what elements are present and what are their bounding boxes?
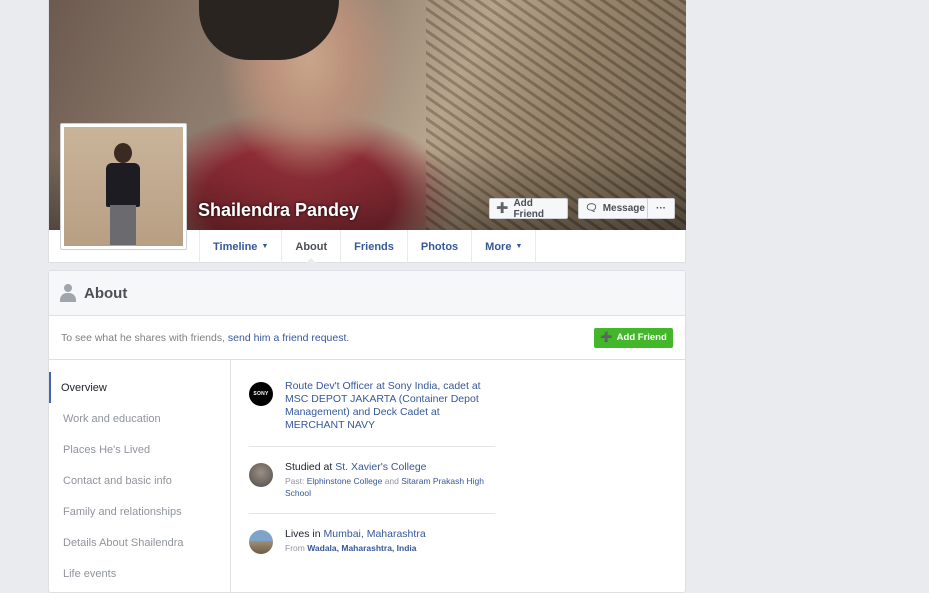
messenger-icon: 🗨 (585, 203, 598, 214)
profile-name[interactable]: Shailendra Pandey (198, 200, 359, 221)
current-city-link[interactable]: Mumbai, Maharashtra (324, 528, 426, 540)
hometown-link[interactable]: Wadala, Maharashtra, India (307, 543, 416, 553)
overview-content: SONY Route Dev't Officer at Sony India, … (231, 360, 685, 592)
about-card: About To see what he shares with friends… (48, 270, 686, 593)
message-label: Message (602, 203, 645, 214)
school-link[interactable]: St. Xavier's College (335, 461, 426, 473)
add-friend-green-button[interactable]: ➕ Add Friend (594, 327, 673, 348)
caret-down-icon: ▼ (515, 243, 523, 250)
past-school-link-1[interactable]: Elphinstone College (307, 476, 383, 486)
sidebar-item-life-events[interactable]: Life events (49, 558, 230, 589)
about-title[interactable]: About (84, 285, 127, 302)
sidebar-item-overview[interactable]: Overview (49, 372, 230, 403)
sony-logo-icon[interactable]: SONY (249, 382, 273, 406)
sidebar-item-family[interactable]: Family and relationships (49, 496, 230, 527)
tab-more[interactable]: More ▼ (471, 230, 537, 263)
friend-request-row: To see what he shares with friends, send… (49, 316, 685, 360)
tab-friends[interactable]: Friends (340, 230, 407, 263)
more-options-button[interactable]: ··· (647, 198, 675, 219)
profile-picture[interactable] (60, 123, 187, 250)
work-entry: SONY Route Dev't Officer at Sony India, … (249, 380, 495, 447)
tab-photos[interactable]: Photos (406, 230, 471, 263)
about-header: About (49, 271, 685, 316)
about-sidebar: Overview Work and education Places He's … (49, 360, 231, 592)
location-entry: Lives in Mumbai, Maharashtra From Wadala… (249, 528, 495, 568)
tab-about[interactable]: About (281, 230, 340, 264)
more-dots-icon: ··· (656, 203, 666, 214)
add-person-icon: ➕ (496, 203, 509, 214)
message-button[interactable]: 🗨 Message (578, 198, 648, 219)
work-text[interactable]: Route Dev't Officer at Sony India, cadet… (285, 380, 481, 431)
person-icon (60, 284, 76, 302)
add-person-icon: ➕ (600, 332, 613, 343)
tab-timeline[interactable]: Timeline ▼ (199, 230, 281, 263)
sidebar-item-contact-info[interactable]: Contact and basic info (49, 465, 230, 496)
college-photo-icon[interactable] (249, 463, 273, 487)
send-friend-request-link[interactable]: send him a friend request. (228, 332, 349, 344)
sidebar-item-work-education[interactable]: Work and education (49, 403, 230, 434)
city-photo-icon[interactable] (249, 530, 273, 554)
about-body: Overview Work and education Places He's … (49, 360, 685, 592)
sidebar-item-details[interactable]: Details About Shailendra (49, 527, 230, 558)
add-friend-label: Add Friend (513, 197, 545, 220)
friend-note: To see what he shares with friends, send… (61, 331, 350, 344)
profile-tabs: Timeline ▼ About Friends Photos More ▼ (199, 230, 537, 264)
education-entry: Studied at St. Xavier's College Past: El… (249, 461, 495, 514)
add-friend-button[interactable]: ➕ Add Friend (489, 197, 568, 220)
sidebar-item-places-lived[interactable]: Places He's Lived (49, 434, 230, 465)
caret-down-icon: ▼ (261, 243, 269, 250)
